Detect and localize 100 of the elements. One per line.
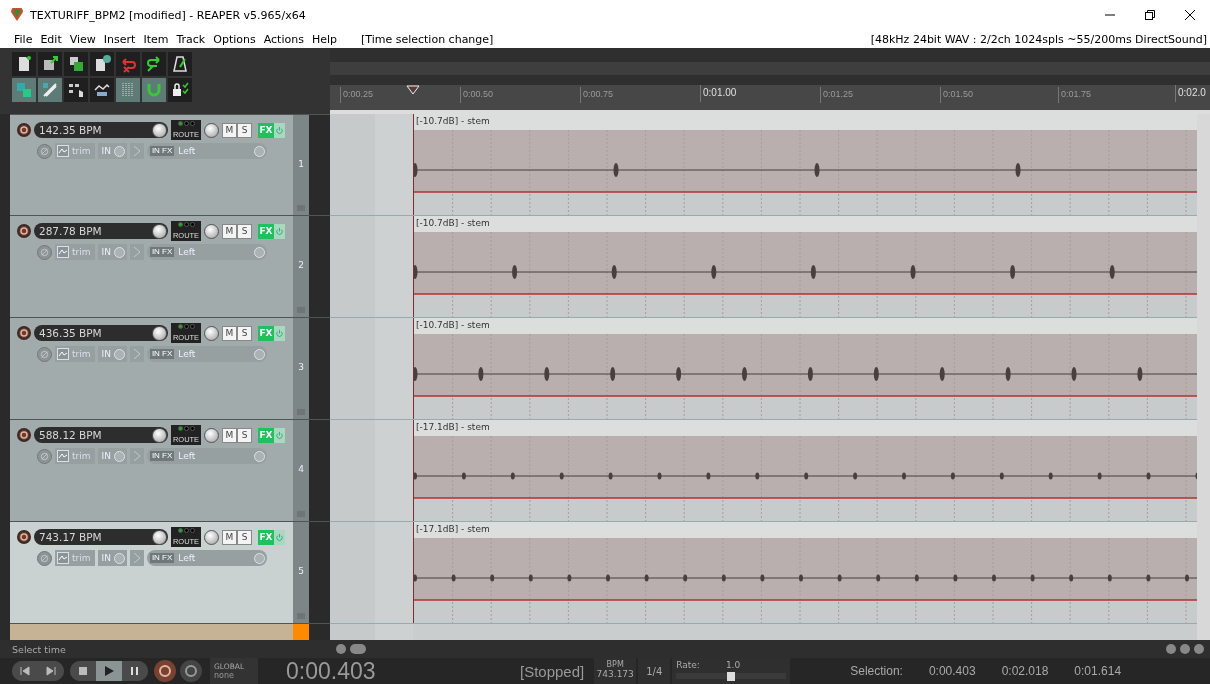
item-label: [-10.7dB] - stem: [414, 318, 1197, 334]
mute-button[interactable]: M: [222, 325, 237, 341]
solo-button[interactable]: S: [237, 529, 252, 545]
record-arm-button[interactable]: [17, 326, 31, 340]
phase-icon: [40, 146, 49, 156]
record-arm-button[interactable]: [17, 224, 31, 238]
zoom-handle[interactable]: [350, 644, 366, 654]
track-name-field[interactable]: 588.12 BPM: [34, 427, 168, 443]
menu-item[interactable]: Edit: [36, 32, 66, 46]
zoom-out-button[interactable]: [1194, 644, 1204, 654]
pause-button[interactable]: [122, 661, 148, 681]
toolbar-button[interactable]: [90, 78, 114, 102]
restore-icon: [1145, 10, 1155, 20]
ruler-label: 0:00.25: [340, 87, 374, 103]
volume-knob[interactable]: [152, 223, 167, 239]
play-icon: [104, 666, 114, 676]
toolbar-button[interactable]: [168, 78, 192, 102]
record-arm-button[interactable]: [17, 530, 31, 544]
volume-knob[interactable]: [152, 122, 167, 138]
repeat-button[interactable]: [180, 660, 202, 682]
toolbar-button[interactable]: [64, 78, 88, 102]
pan-knob[interactable]: [204, 427, 219, 443]
time-display: 0:00.403: [286, 657, 377, 684]
input-channel-dropdown[interactable]: IN FX Left: [146, 143, 267, 159]
caret-icon: [113, 145, 125, 157]
solo-button[interactable]: S: [237, 122, 252, 138]
metronome-icon: [170, 54, 190, 74]
menu-item[interactable]: Insert: [99, 32, 140, 46]
volume-knob[interactable]: [152, 325, 167, 341]
ruler-label: 0:00.75: [580, 87, 614, 103]
power-icon: [275, 328, 284, 338]
menu-item[interactable]: Item: [139, 32, 173, 46]
input-channel-dropdown[interactable]: IN FX Left: [146, 448, 267, 464]
pan-knob[interactable]: [204, 529, 219, 545]
phase-button[interactable]: [37, 244, 52, 260]
rate-slider[interactable]: [676, 673, 787, 679]
input-channel-dropdown[interactable]: IN FX Left: [146, 550, 267, 566]
ruler-label: 0:01.75: [1058, 87, 1092, 103]
input-channel-dropdown[interactable]: IN FX Left: [146, 346, 267, 362]
caret-icon: [113, 246, 125, 258]
time-signature[interactable]: 1/4: [638, 658, 671, 684]
track-name-field[interactable]: 142.35 BPM: [34, 122, 168, 138]
volume-knob[interactable]: [152, 529, 167, 545]
ruler-label: 0:01.00: [700, 85, 737, 102]
chevron-icon: [131, 551, 142, 565]
menu-item[interactable]: Help: [307, 32, 341, 46]
phase-button[interactable]: [37, 346, 52, 362]
mute-button[interactable]: M: [222, 529, 237, 545]
solo-button[interactable]: S: [237, 427, 252, 443]
play-button[interactable]: [96, 661, 122, 681]
phase-button[interactable]: [37, 143, 52, 159]
toolbar-button[interactable]: [168, 52, 192, 76]
zoom-in-button[interactable]: [1180, 644, 1190, 654]
mute-button[interactable]: M: [222, 122, 237, 138]
track-name-field[interactable]: 287.78 BPM: [34, 223, 168, 239]
tempo-display[interactable]: BPM 743.173: [594, 658, 637, 684]
toolbar-button[interactable]: [142, 52, 166, 76]
play-cursor-marker[interactable]: [406, 85, 420, 95]
vertical-scrollbar[interactable]: [1197, 114, 1210, 640]
scroll-right-button[interactable]: [1166, 644, 1176, 654]
toolbar-button[interactable]: [12, 52, 36, 76]
track-number: 1: [298, 159, 304, 169]
slider-thumb[interactable]: [727, 672, 736, 681]
timeline-ruler[interactable]: 0:00.25 0:00.50 0:00.75 0:01.00 0:01.25 0:01.50 0:01.75 0:02.0: [330, 85, 1210, 114]
mute-button[interactable]: M: [222, 223, 237, 239]
stop-button[interactable]: [70, 661, 96, 681]
mute-button[interactable]: M: [222, 427, 237, 443]
toolbar-button[interactable]: [38, 52, 62, 76]
input-channel-dropdown[interactable]: IN FX Left: [146, 244, 267, 260]
caret-icon: [253, 450, 265, 462]
solo-button[interactable]: S: [237, 325, 252, 341]
skip-forward-icon: [46, 666, 56, 676]
go-to-end-button[interactable]: [38, 661, 64, 681]
pan-knob[interactable]: [204, 122, 219, 138]
menu-item[interactable]: Actions: [259, 32, 308, 46]
record-button[interactable]: [154, 660, 176, 682]
chevron-icon: [131, 347, 142, 361]
track-name-field[interactable]: 743.17 BPM: [34, 529, 168, 545]
toolbar-button[interactable]: [90, 52, 114, 76]
pan-knob[interactable]: [204, 325, 219, 341]
record-arm-button[interactable]: [17, 428, 31, 442]
chevron-icon: [131, 245, 142, 259]
selection-end: 0:02.018: [1001, 664, 1049, 678]
menu-item[interactable]: Options: [209, 32, 260, 46]
track-number: 5: [298, 566, 304, 576]
phase-button[interactable]: [37, 550, 52, 566]
pan-knob[interactable]: [204, 223, 219, 239]
selection-label: Selection:: [850, 664, 903, 678]
phase-button[interactable]: [37, 448, 52, 464]
record-arm-button[interactable]: [17, 123, 31, 137]
caret-icon: [253, 246, 265, 258]
volume-knob[interactable]: [152, 427, 167, 443]
solo-button[interactable]: S: [237, 223, 252, 239]
go-to-start-button[interactable]: [12, 661, 38, 681]
track-name-field[interactable]: 436.35 BPM: [34, 325, 168, 341]
menu-item[interactable]: Track: [172, 32, 210, 46]
scroll-left-button[interactable]: [336, 644, 346, 654]
menu-item[interactable]: View: [65, 32, 100, 46]
toolbar-button[interactable]: [64, 52, 88, 76]
menu-item[interactable]: File: [10, 32, 37, 46]
